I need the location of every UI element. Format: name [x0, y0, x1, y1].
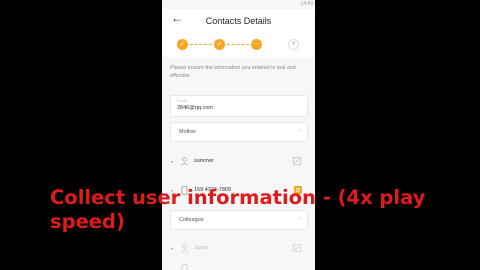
- contact-phone-row-2[interactable]: [162, 262, 315, 270]
- relation-select-1[interactable]: Mother ›: [170, 122, 308, 142]
- contact-name-row-1[interactable]: ▾ summer: [162, 151, 315, 173]
- step-3-dots-icon: ⋯: [251, 39, 262, 50]
- status-bar: 14:43: [300, 1, 313, 7]
- person-icon: [181, 244, 188, 253]
- notice-text: Please ensure the information you entere…: [170, 65, 296, 79]
- edit-icon[interactable]: [293, 157, 301, 165]
- bullet-icon: ▾: [171, 246, 174, 251]
- app-header: ← Contacts Details: [162, 9, 315, 33]
- bullet-icon: ▾: [171, 159, 174, 164]
- step-1-check-icon: ✓: [177, 39, 188, 50]
- step-4: 4: [288, 39, 299, 50]
- contact-name-row-2[interactable]: ▾ Jason: [162, 238, 315, 260]
- step-2-check-icon: ✓: [214, 39, 225, 50]
- chevron-right-icon: ›: [299, 128, 301, 134]
- email-label: Email: [177, 98, 188, 103]
- video-caption: Collect user information - (4x play spee…: [50, 186, 426, 233]
- contact-name-1: summer: [194, 158, 214, 164]
- progress-steps: ✓ ✓ ⋯ 4: [162, 33, 315, 57]
- email-value: 2846@qq.com: [177, 105, 213, 111]
- step-connector: [190, 44, 212, 45]
- step-connector: [227, 44, 249, 45]
- email-field[interactable]: Email 2846@qq.com: [170, 95, 308, 117]
- phone-icon: [181, 264, 188, 270]
- person-icon: [181, 157, 188, 166]
- page-title: Contacts Details: [205, 16, 272, 26]
- edit-icon[interactable]: [293, 244, 301, 252]
- relation-value-1: Mother: [179, 129, 197, 135]
- contact-name-2: Jason: [194, 245, 209, 251]
